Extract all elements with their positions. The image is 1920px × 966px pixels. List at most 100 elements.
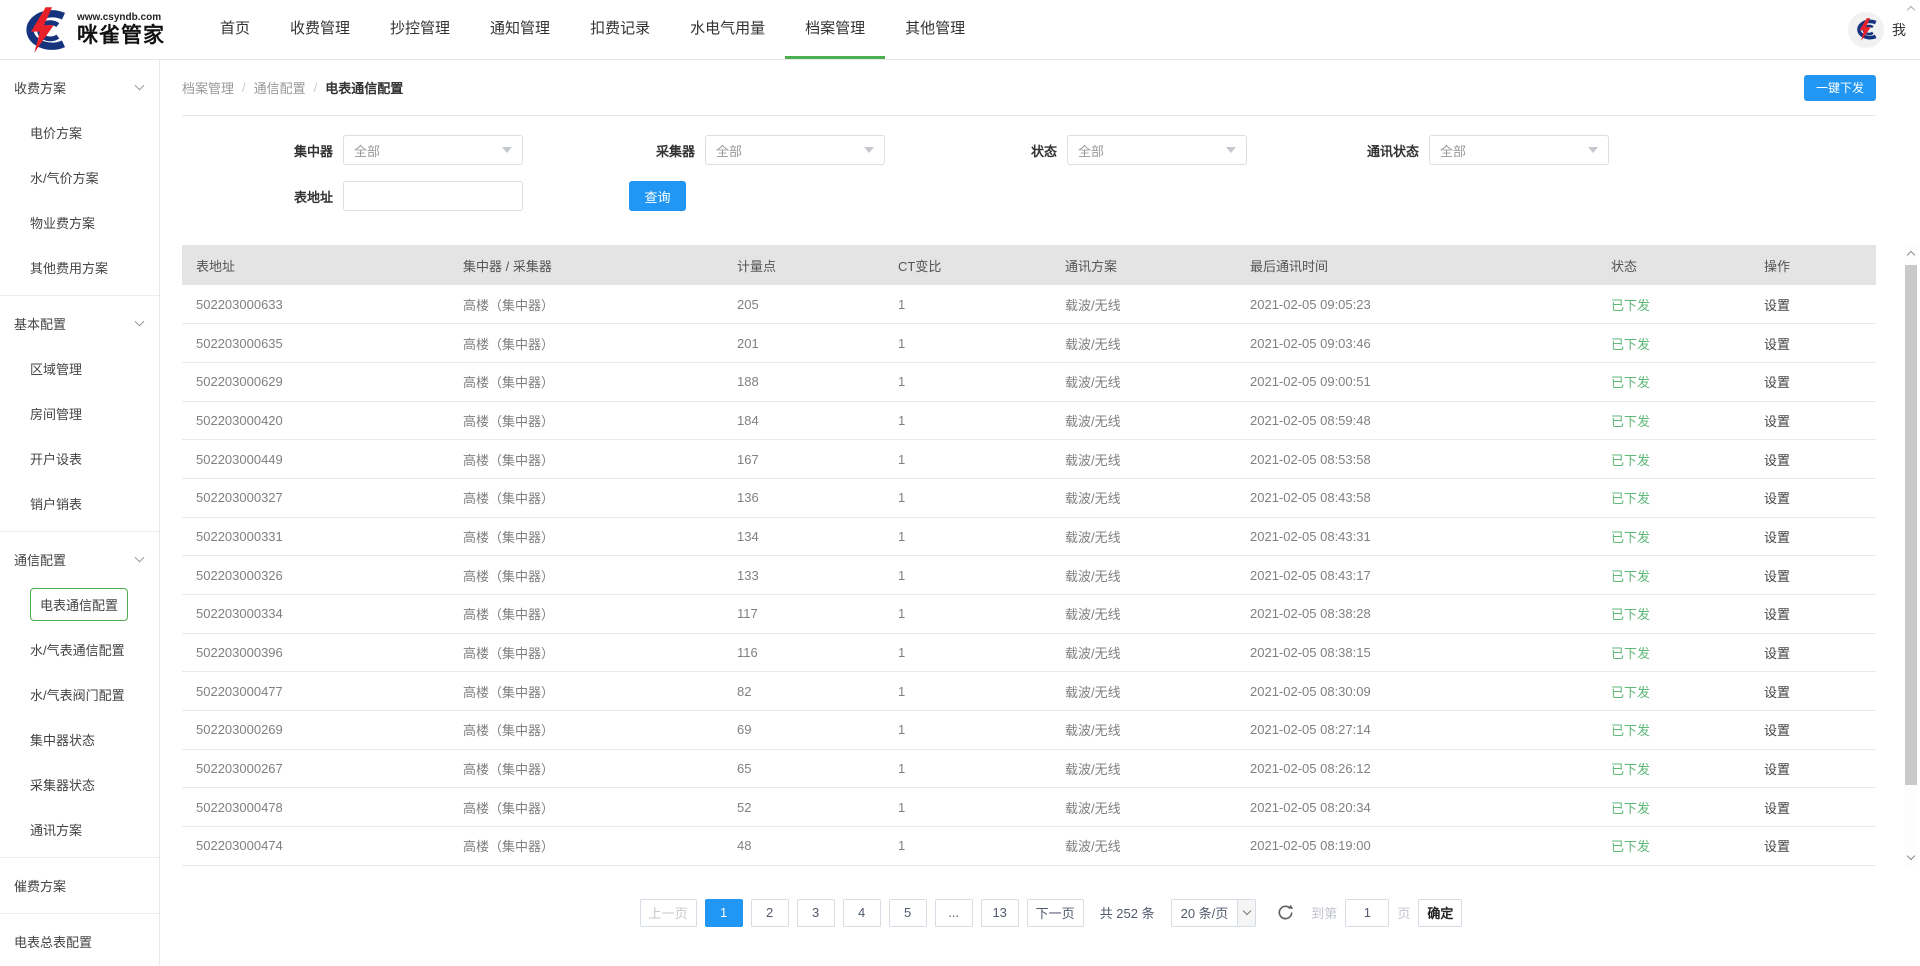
column-header-point: 计量点 [723, 245, 884, 285]
scroll-down-arrow[interactable] [1904, 850, 1918, 866]
next-page-button[interactable]: 下一页 [1027, 899, 1084, 927]
batch-send-button[interactable]: 一键下发 [1804, 75, 1876, 101]
settings-link[interactable]: 设置 [1750, 827, 1876, 866]
settings-link[interactable]: 设置 [1750, 749, 1876, 788]
cell-time: 2021-02-05 09:03:46 [1236, 324, 1597, 363]
settings-link[interactable]: 设置 [1750, 285, 1876, 324]
sidebar-item-collector-status[interactable]: 采集器状态 [0, 762, 159, 807]
page-ellipsis[interactable]: ... [935, 899, 973, 927]
page-button-1[interactable]: 1 [705, 899, 743, 927]
sidebar-group-payment-reminder-plan[interactable]: 催费方案 [0, 863, 159, 908]
avatar[interactable] [1848, 12, 1884, 48]
page-button-5[interactable]: 5 [889, 899, 927, 927]
pagination: 上一页12345...13下一页 共 252 条 20 条/页 到第 页 确定 [182, 899, 1920, 927]
settings-link[interactable]: 设置 [1750, 633, 1876, 672]
cell-plan: 载波/无线 [1051, 401, 1236, 440]
brand-logo[interactable]: www.csyndb.com 咪雀管家 [0, 7, 200, 53]
filter-select-status[interactable]: 全部 [1067, 135, 1247, 165]
nav-item-deduction-records[interactable]: 扣费记录 [586, 0, 654, 59]
sidebar-group-basic-config[interactable]: 基本配置 [0, 301, 159, 346]
meter-address-input[interactable] [343, 181, 523, 211]
cell-addr: 502203000334 [182, 595, 449, 634]
cell-ct: 1 [884, 595, 1051, 634]
cell-ct: 1 [884, 672, 1051, 711]
cell-ct: 1 [884, 324, 1051, 363]
settings-link[interactable]: 设置 [1750, 440, 1876, 479]
page-button-3[interactable]: 3 [797, 899, 835, 927]
filter-comm-status: 通讯状态全部 [1329, 135, 1609, 165]
nav-item-utility-usage[interactable]: 水电气用量 [686, 0, 769, 59]
settings-link[interactable]: 设置 [1750, 517, 1876, 556]
settings-link[interactable]: 设置 [1750, 401, 1876, 440]
user-label: 我 [1892, 20, 1906, 40]
settings-link[interactable]: 设置 [1750, 711, 1876, 750]
sidebar-item-property-fee-plan[interactable]: 物业费方案 [0, 200, 159, 245]
refresh-button[interactable] [1276, 903, 1295, 922]
scrollbar-thumb[interactable] [1905, 265, 1917, 785]
nav-item-archive-management[interactable]: 档案管理 [801, 0, 869, 59]
chevron-down-icon [135, 81, 145, 91]
nav-item-home[interactable]: 首页 [216, 0, 254, 59]
jump-suffix: 页 [1397, 903, 1410, 922]
settings-link[interactable]: 设置 [1750, 556, 1876, 595]
sidebar-item-concentrator-status[interactable]: 集中器状态 [0, 717, 159, 762]
select-arrow-box[interactable] [1237, 900, 1255, 926]
jump-page-input[interactable] [1345, 899, 1389, 927]
sidebar-group-communication-config[interactable]: 通信配置 [0, 537, 159, 582]
cell-plan: 载波/无线 [1051, 517, 1236, 556]
filter-select-concentrator[interactable]: 全部 [343, 135, 523, 165]
page-button-4[interactable]: 4 [843, 899, 881, 927]
table-row: 502203000396高楼（集中器）1161载波/无线2021-02-05 0… [182, 633, 1876, 672]
page-button-2[interactable]: 2 [751, 899, 789, 927]
settings-link[interactable]: 设置 [1750, 478, 1876, 517]
sidebar-item-account-close-meter[interactable]: 销户销表 [0, 481, 159, 526]
sidebar-item-water-gas-meter-comm-config[interactable]: 水/气表通信配置 [0, 627, 159, 672]
settings-link[interactable]: 设置 [1750, 672, 1876, 711]
filter-label-status: 状态 [967, 141, 1057, 160]
sidebar-item-comm-plan[interactable]: 通讯方案 [0, 807, 159, 852]
confirm-button[interactable]: 确定 [1418, 899, 1462, 927]
page-body: 收费方案电价方案水/气价方案物业费方案其他费用方案基本配置区域管理房间管理开户设… [0, 60, 1920, 965]
sidebar-item-label: 水/气价方案 [30, 168, 99, 187]
nav-item-meter-control[interactable]: 抄控管理 [386, 0, 454, 59]
filter-row-2: 表地址 查询 [243, 181, 1920, 211]
breadcrumb-item-0[interactable]: 档案管理 [182, 78, 234, 97]
sidebar-item-other-fee-plan[interactable]: 其他费用方案 [0, 245, 159, 290]
sidebar-item-water-gas-price-plan[interactable]: 水/气价方案 [0, 155, 159, 200]
nav-item-other-management[interactable]: 其他管理 [901, 0, 969, 59]
table-scrollbar[interactable] [1904, 245, 1918, 866]
breadcrumb-separator: / [314, 80, 318, 95]
sidebar-group-master-meter-config[interactable]: 电表总表配置 [0, 919, 159, 964]
sidebar-group-charging-plan[interactable]: 收费方案 [0, 65, 159, 110]
cell-point: 167 [723, 440, 884, 479]
prev-page-button[interactable]: 上一页 [640, 899, 697, 927]
settings-link[interactable]: 设置 [1750, 788, 1876, 827]
cell-ct: 1 [884, 749, 1051, 788]
table-header-row: 表地址集中器 / 采集器计量点CT变比通讯方案最后通讯时间状态操作 [182, 245, 1876, 285]
nav-item-notification[interactable]: 通知管理 [486, 0, 554, 59]
search-button[interactable]: 查询 [629, 181, 686, 211]
filter-select-collector[interactable]: 全部 [705, 135, 885, 165]
column-header-time: 最后通讯时间 [1236, 245, 1597, 285]
scroll-up-arrow[interactable] [1904, 245, 1918, 261]
user-menu[interactable]: 我 [1848, 12, 1920, 48]
sidebar-item-meter-comm-config[interactable]: 电表通信配置 [0, 582, 159, 627]
settings-link[interactable]: 设置 [1750, 324, 1876, 363]
cell-plan: 载波/无线 [1051, 556, 1236, 595]
cell-point: 48 [723, 827, 884, 866]
cell-collector: 高楼（集中器） [449, 749, 723, 788]
sidebar-item-electricity-price-plan[interactable]: 电价方案 [0, 110, 159, 155]
breadcrumb-item-1[interactable]: 通信配置 [254, 78, 306, 97]
jump-prefix: 到第 [1311, 903, 1337, 922]
settings-link[interactable]: 设置 [1750, 362, 1876, 401]
page-button-13[interactable]: 13 [981, 899, 1019, 927]
filter-select-comm-status[interactable]: 全部 [1429, 135, 1609, 165]
settings-link[interactable]: 设置 [1750, 595, 1876, 634]
nav-item-fee-management[interactable]: 收费管理 [286, 0, 354, 59]
sidebar-item-water-gas-valve-config[interactable]: 水/气表阀门配置 [0, 672, 159, 717]
sidebar-item-room-management[interactable]: 房间管理 [0, 391, 159, 436]
sidebar-item-account-open-meter[interactable]: 开户设表 [0, 436, 159, 481]
sidebar-item-region-management[interactable]: 区域管理 [0, 346, 159, 391]
page-size-select[interactable]: 20 条/页 [1171, 899, 1257, 927]
cell-collector: 高楼（集中器） [449, 788, 723, 827]
